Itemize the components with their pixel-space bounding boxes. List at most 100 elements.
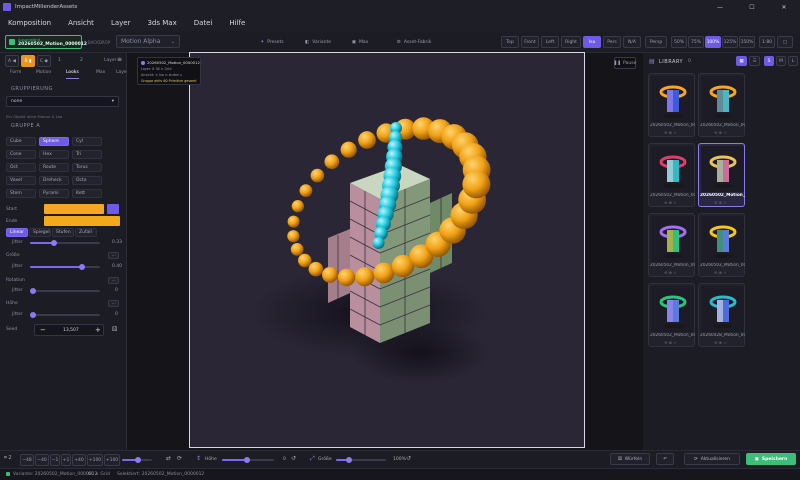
dice-icon[interactable]: ⚄ — [112, 326, 117, 333]
shape-hex[interactable]: Hex — [39, 150, 69, 159]
library-card[interactable]: 20260502_Motion_00 ⟲ ⊕ ☆ — [648, 73, 695, 137]
frame-minus-48[interactable]: −48 — [20, 454, 34, 466]
card-actions-icon[interactable]: ⟲ ⊕ ☆ — [714, 340, 727, 345]
groesse-bottom-slider[interactable] — [336, 457, 386, 463]
groesse-knob[interactable] — [79, 264, 85, 270]
zoom-75[interactable]: 75% — [688, 36, 704, 48]
frame-minus-1[interactable]: −1 — [50, 454, 60, 466]
tab-max-left[interactable]: Max — [96, 70, 105, 79]
sync-icon[interactable]: ⟳ — [177, 455, 182, 462]
view-front[interactable]: Front — [521, 36, 539, 48]
view-na[interactable]: N/A — [623, 36, 641, 48]
shape-kett[interactable]: Kett — [72, 189, 102, 198]
shape-cone[interactable]: Cone — [6, 150, 36, 159]
wuerfeln-button[interactable]: ⚄ Würfeln — [610, 453, 650, 465]
hoehe-slider[interactable] — [30, 312, 100, 318]
hoehe-more-button[interactable]: ⋯ — [108, 300, 119, 307]
zoom-100[interactable]: 100% — [705, 36, 721, 48]
card-actions-icon[interactable]: ⟲ ⊕ ☆ — [664, 270, 677, 275]
view-top[interactable]: Top — [501, 36, 519, 48]
hoehe-bottom-slider[interactable] — [222, 457, 274, 463]
view-right[interactable]: Right — [561, 36, 581, 48]
shape-voxel[interactable]: Voxel — [6, 176, 36, 185]
frame-plus-100[interactable]: +100 — [87, 454, 103, 466]
link-icon[interactable]: ⇄ — [166, 455, 171, 462]
maximize-button[interactable]: ☐ — [736, 4, 768, 11]
card-actions-icon[interactable]: ⟲ ⊕ ☆ — [664, 340, 677, 345]
menu-datei[interactable]: Datei — [194, 19, 213, 27]
gradient-linear[interactable]: Linear — [6, 228, 28, 237]
library-card[interactable]: 20260502_Motion_00 ⟲ ⊕ ☆ — [698, 213, 745, 277]
groesse-bottom-knob[interactable] — [346, 457, 352, 463]
shape-torus[interactable]: Torus — [72, 163, 102, 172]
menu-ansicht[interactable]: Ansicht — [68, 19, 94, 27]
card-actions-icon[interactable]: ⟲ ⊕ ☆ — [714, 130, 727, 135]
size-m-button[interactable]: M — [776, 56, 786, 66]
aktualisieren-button[interactable]: ⟳ Aktualisieren — [684, 453, 740, 465]
shape-octa[interactable]: Octa — [72, 176, 102, 185]
seed-minus-button[interactable]: − — [40, 326, 46, 334]
size-l-button[interactable]: L — [788, 56, 798, 66]
backdrop-select[interactable]: Motion Alpha ⌄ — [116, 35, 180, 48]
rotation-knob[interactable] — [30, 288, 36, 294]
groesse-reset-icon[interactable]: ↺ — [406, 455, 411, 462]
hamburger-icon[interactable]: ≡ — [117, 56, 122, 63]
nav-1[interactable]: 1 — [58, 58, 61, 63]
menu-komposition[interactable]: Komposition — [8, 19, 51, 27]
card-actions-icon[interactable]: ⟲ ⊕ ☆ — [664, 130, 677, 135]
minimize-button[interactable]: — — [704, 4, 736, 11]
frame-minus-40[interactable]: −40 — [35, 454, 49, 466]
list-view-button[interactable]: ☰ — [749, 56, 760, 66]
frame-plus-100-b[interactable]: +100 — [104, 454, 120, 466]
zoom-125[interactable]: 125% — [722, 36, 738, 48]
shape-route[interactable]: Route — [39, 163, 69, 172]
tab-looks[interactable]: Looks — [66, 70, 79, 79]
shape-stern[interactable]: Stern — [6, 189, 36, 198]
groesse-more-button[interactable]: ⋯ — [108, 252, 119, 259]
frame-plus-1[interactable]: +1 — [61, 454, 71, 466]
grid-view-button[interactable]: ▦ — [736, 56, 747, 66]
render-canvas[interactable] — [189, 52, 585, 448]
library-card[interactable]: 20260502_Motion_00 ⟲ ⊕ ☆ — [698, 73, 745, 137]
grouping-select[interactable]: none ▾ — [6, 96, 119, 107]
mode-b-button[interactable]: B ▮ — [21, 55, 35, 67]
jitter-slider[interactable] — [30, 240, 100, 246]
gradient-zufall[interactable]: Zufall — [75, 228, 97, 237]
frame-knob[interactable] — [134, 457, 141, 463]
view-persp[interactable]: Persp — [645, 36, 667, 48]
hoehe-bottom-knob[interactable] — [243, 457, 250, 463]
nav-layer[interactable]: Layer — [104, 58, 117, 63]
start-color-swatch[interactable] — [44, 204, 104, 214]
tab-form[interactable]: Form — [10, 70, 21, 79]
hoehe-reset-icon[interactable]: ↺ — [291, 455, 296, 462]
end-color-swatch[interactable] — [44, 216, 120, 226]
fit-button[interactable]: □ — [777, 36, 793, 48]
undo-button[interactable]: ↶ — [656, 453, 674, 465]
pause-button[interactable]: ❚❚ Pause — [614, 57, 636, 69]
shape-cyl[interactable]: Cyl — [72, 137, 102, 146]
view-pers[interactable]: Pers — [603, 36, 621, 48]
tab-asset-fabrik[interactable]: ⚙ Asset-Fabrik — [385, 36, 443, 48]
card-actions-icon[interactable]: ⟲ ⊕ ☆ — [714, 270, 727, 275]
rotation-slider[interactable] — [30, 288, 100, 294]
hoehe-knob[interactable] — [30, 312, 36, 318]
card-actions-icon[interactable]: ⟲ ⊕ ☆ — [664, 200, 677, 205]
zoom-50[interactable]: 50% — [671, 36, 687, 48]
shape-tri[interactable]: Tri — [72, 150, 102, 159]
nav-2[interactable]: 2 — [80, 58, 83, 63]
card-actions-icon[interactable]: ⟲ ⊕ ☆ — [714, 200, 727, 205]
tab-presets[interactable]: ✦ Presets — [250, 36, 294, 48]
speichern-button[interactable]: ▣ Speichern — [746, 453, 796, 465]
menu-hilfe[interactable]: Hilfe — [229, 19, 245, 27]
size-s-button[interactable]: S — [764, 56, 774, 66]
seed-plus-button[interactable]: + — [95, 326, 101, 334]
shape-oct[interactable]: Oct — [6, 163, 36, 172]
shape-cube[interactable]: Cube — [6, 137, 36, 146]
ratio-button[interactable]: 1:80 — [759, 36, 775, 48]
shape-pyrami[interactable]: Pyrami — [39, 189, 69, 198]
groesse-slider[interactable] — [30, 264, 100, 270]
menu-3ds-max[interactable]: 3ds Max — [147, 19, 176, 27]
mode-c-button[interactable]: C ◆ — [37, 55, 51, 67]
library-card[interactable]: 20260502_Motion_00 ⟲ ⊕ ☆ — [648, 213, 695, 277]
library-card[interactable]: 20260502_Motion_00 ⟲ ⊕ ☆ — [648, 283, 695, 347]
